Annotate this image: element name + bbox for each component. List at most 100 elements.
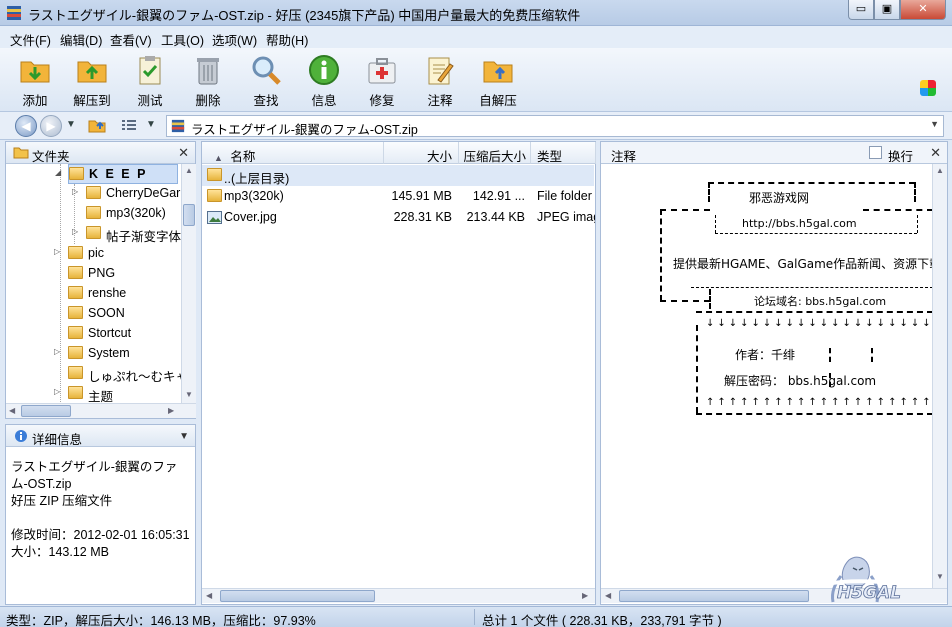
- parent-dir-row[interactable]: ..(上层目录): [202, 165, 594, 186]
- menu-options[interactable]: 选项(W): [212, 30, 257, 49]
- expand-icon[interactable]: ▷: [72, 187, 78, 196]
- scroll-thumb[interactable]: [220, 590, 375, 602]
- wrap-checkbox[interactable]: [869, 146, 882, 159]
- tree-item-mp3[interactable]: mp3(320k): [86, 204, 166, 224]
- maximize-button[interactable]: ▣: [874, 0, 900, 20]
- tree-item-pic[interactable]: ▷ pic: [54, 244, 104, 264]
- column-size[interactable]: 大小: [384, 142, 459, 164]
- scroll-left-icon[interactable]: ◀: [9, 406, 15, 415]
- comment-button[interactable]: 注释: [411, 54, 469, 109]
- comment-panel-header: 注释 换行 ✕: [601, 142, 947, 164]
- first-aid-kit-icon: [368, 58, 396, 84]
- watermark-text: H5GAL: [837, 583, 901, 603]
- scroll-right-icon[interactable]: ▶: [582, 591, 588, 600]
- file-packed: 213.44 KB: [466, 210, 525, 224]
- tree-folder-icon: [68, 366, 83, 379]
- comment-panel-title: 注释: [611, 150, 637, 164]
- scroll-down-icon[interactable]: ▼: [936, 572, 944, 581]
- find-button[interactable]: 查找: [237, 54, 295, 109]
- scroll-down-icon[interactable]: ▼: [185, 390, 193, 399]
- scroll-right-icon[interactable]: ▶: [168, 406, 174, 415]
- folder-panel-close-icon[interactable]: ✕: [178, 145, 189, 161]
- details-collapse-icon[interactable]: ▼: [179, 431, 189, 442]
- test-label: 测试: [137, 94, 163, 108]
- forward-button[interactable]: ▶: [40, 115, 62, 137]
- folder-icon: [207, 189, 222, 202]
- tree-item-keep[interactable]: ◢ K E E P: [55, 164, 178, 184]
- scroll-thumb[interactable]: [21, 405, 71, 417]
- address-dropdown-icon[interactable]: ▼: [930, 119, 939, 129]
- comment-arrows-down: ↓↓↓↓↓↓↓↓↓↓↓↓↓↓↓↓↓↓↓↓: [706, 318, 932, 329]
- menu-help[interactable]: 帮助(H): [266, 30, 308, 49]
- tree-item-label: 主题: [88, 390, 114, 404]
- tree-item-png[interactable]: PNG: [68, 264, 115, 284]
- tree-item-soon[interactable]: SOON: [68, 304, 125, 324]
- comment-author: 作者：千绯: [735, 348, 796, 362]
- tree-item-renshe[interactable]: renshe: [68, 284, 126, 304]
- file-name: Cover.jpg: [224, 210, 277, 224]
- back-arrow-icon: ◀: [21, 119, 31, 133]
- up-folder-icon: [207, 168, 222, 181]
- scroll-thumb[interactable]: [183, 204, 195, 226]
- column-name[interactable]: ▲ 名称: [202, 142, 384, 164]
- scroll-left-icon[interactable]: ◀: [206, 591, 212, 600]
- info-small-icon: [15, 430, 27, 442]
- view-mode-dropdown-icon[interactable]: ▼: [146, 119, 156, 130]
- toolbar: 添加 解压到 测试 删除 查找 信息 修复 注释 自解压: [0, 48, 952, 112]
- add-folder-icon: [20, 61, 50, 83]
- tree-item-gradient-font[interactable]: ▷ 帖子渐变字体: [72, 224, 181, 244]
- delete-button[interactable]: 删除: [179, 54, 237, 109]
- close-button[interactable]: ✕: [900, 0, 946, 20]
- file-size: 228.31 KB: [393, 210, 452, 224]
- tree-item-stortcut[interactable]: Stortcut: [68, 324, 131, 344]
- expand-icon[interactable]: ▷: [54, 347, 60, 356]
- test-button[interactable]: 测试: [121, 54, 179, 109]
- column-packed[interactable]: 压缩后大小: [459, 142, 531, 164]
- repair-button[interactable]: 修复: [353, 54, 411, 109]
- comment-panel-close-icon[interactable]: ✕: [930, 145, 941, 161]
- folder-tree-vscrollbar[interactable]: ▲ ▼: [181, 164, 196, 404]
- scroll-left-icon[interactable]: ◀: [605, 591, 611, 600]
- expand-icon[interactable]: ▷: [72, 227, 78, 236]
- wrap-label: 换行: [888, 150, 914, 164]
- minimize-button[interactable]: ▭: [848, 0, 874, 20]
- info-button[interactable]: 信息: [295, 54, 353, 109]
- file-list-hscrollbar[interactable]: ◀ ▶: [202, 588, 595, 603]
- tree-item-label: CherryDeGar: [106, 186, 181, 200]
- address-field[interactable]: ラストエグザイル-銀翼のファム-OST.zip ▼: [166, 115, 944, 137]
- minimize-icon: ▭: [855, 3, 867, 15]
- tree-folder-icon: [68, 346, 83, 359]
- self-extract-button[interactable]: 自解压: [469, 54, 527, 109]
- menu-tools[interactable]: 工具(O): [161, 30, 204, 49]
- column-type[interactable]: 类型: [531, 142, 596, 164]
- up-folder-icon[interactable]: [88, 117, 106, 133]
- back-button[interactable]: ◀: [15, 115, 37, 137]
- expand-icon[interactable]: ▷: [54, 387, 60, 396]
- tree-item-theme[interactable]: ▷ 主题: [54, 384, 113, 404]
- table-row[interactable]: mp3(320k) 145.91 MB 142.91 ... File fold…: [202, 186, 594, 207]
- history-dropdown-icon[interactable]: ▼: [66, 119, 76, 130]
- menu-file[interactable]: 文件(F): [10, 30, 51, 49]
- tree-item-cherrydegar[interactable]: ▷ CherryDeGar: [72, 184, 180, 204]
- tree-folder-icon: [68, 386, 83, 399]
- skin-palette-icon[interactable]: [920, 80, 936, 96]
- scroll-up-icon[interactable]: ▲: [936, 166, 944, 175]
- tree-folder-icon: [86, 226, 101, 239]
- menu-edit[interactable]: 编辑(D): [60, 30, 102, 49]
- scroll-thumb[interactable]: [619, 590, 809, 602]
- collapse-icon[interactable]: ◢: [55, 168, 61, 177]
- extract-to-button[interactable]: 解压到: [63, 54, 121, 109]
- expand-icon[interactable]: ▷: [54, 247, 60, 256]
- tree-item-system[interactable]: ▷ System: [54, 344, 130, 364]
- menu-view[interactable]: 查看(V): [110, 30, 152, 49]
- add-button[interactable]: 添加: [6, 54, 64, 109]
- column-size-label: 大小: [426, 150, 452, 164]
- comment-vscrollbar[interactable]: ▲ ▼: [932, 164, 947, 588]
- view-mode-icon[interactable]: [121, 119, 137, 132]
- folder-tree-hscrollbar[interactable]: ◀ ▶: [6, 403, 196, 418]
- tree-folder-icon: [86, 206, 101, 219]
- repair-label: 修复: [369, 94, 395, 108]
- scroll-up-icon[interactable]: ▲: [185, 166, 193, 175]
- tree-item-supreme[interactable]: しゅぷれ～むキャ: [68, 364, 181, 384]
- table-row[interactable]: Cover.jpg 228.31 KB 213.44 KB JPEG imag: [202, 207, 595, 228]
